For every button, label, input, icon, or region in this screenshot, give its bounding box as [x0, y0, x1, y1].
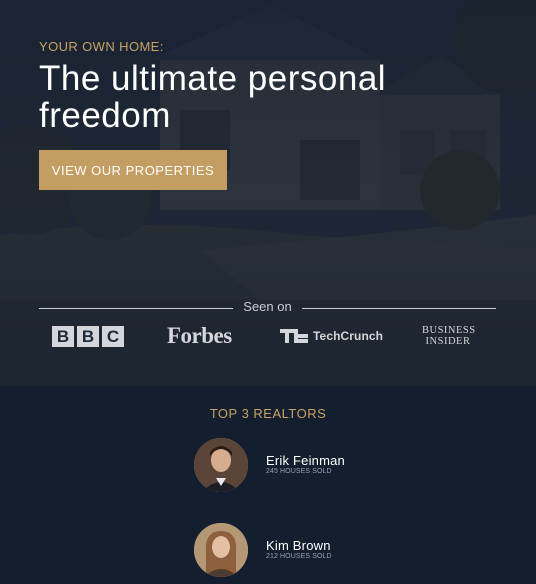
hero-eyebrow: YOUR OWN HOME: — [39, 39, 164, 54]
bbc-letter: C — [102, 326, 124, 347]
realtor-houses-sold: 245 HOUSES SOLD — [266, 468, 332, 475]
realtor-photo — [194, 438, 248, 492]
avatar — [194, 438, 248, 492]
business-insider-line2: INSIDER — [425, 336, 471, 347]
bbc-letter: B — [77, 326, 99, 347]
view-properties-button[interactable]: VIEW OUR PROPERTIES — [39, 150, 227, 190]
realtor-houses-sold: 212 HOUSES SOLD — [266, 553, 332, 560]
realtor-card[interactable]: Kim Brown 212 HOUSES SOLD — [194, 523, 454, 579]
press-logos: B B C Forbes TechCrunch BUSINESS INSIDER — [39, 322, 496, 352]
techcrunch-wordmark: TechCrunch — [313, 329, 384, 343]
realtor-card[interactable]: Erik Feinman 245 HOUSES SOLD — [194, 438, 454, 494]
seen-on-label: Seen on — [243, 299, 292, 314]
seen-on-divider: Seen on — [39, 299, 496, 317]
forbes-logo: Forbes — [167, 323, 232, 348]
realtor-name: Erik Feinman — [266, 453, 345, 468]
divider-line-right — [302, 308, 496, 309]
business-insider-logo: BUSINESS INSIDER — [422, 325, 476, 347]
business-insider-line1: BUSINESS — [422, 325, 476, 336]
hero-section: YOUR OWN HOME: The ultimate personal fre… — [0, 0, 536, 386]
hero-headline: The ultimate personal freedom — [39, 59, 387, 135]
realtor-name: Kim Brown — [266, 538, 331, 553]
techcrunch-mark-icon — [280, 329, 308, 343]
avatar — [194, 523, 248, 577]
bbc-logo: B B C — [52, 326, 124, 347]
realtors-section-title: TOP 3 REALTORS — [209, 406, 327, 421]
bbc-letter: B — [52, 326, 74, 347]
techcrunch-logo: TechCrunch — [280, 329, 383, 343]
realtor-photo — [194, 523, 248, 577]
